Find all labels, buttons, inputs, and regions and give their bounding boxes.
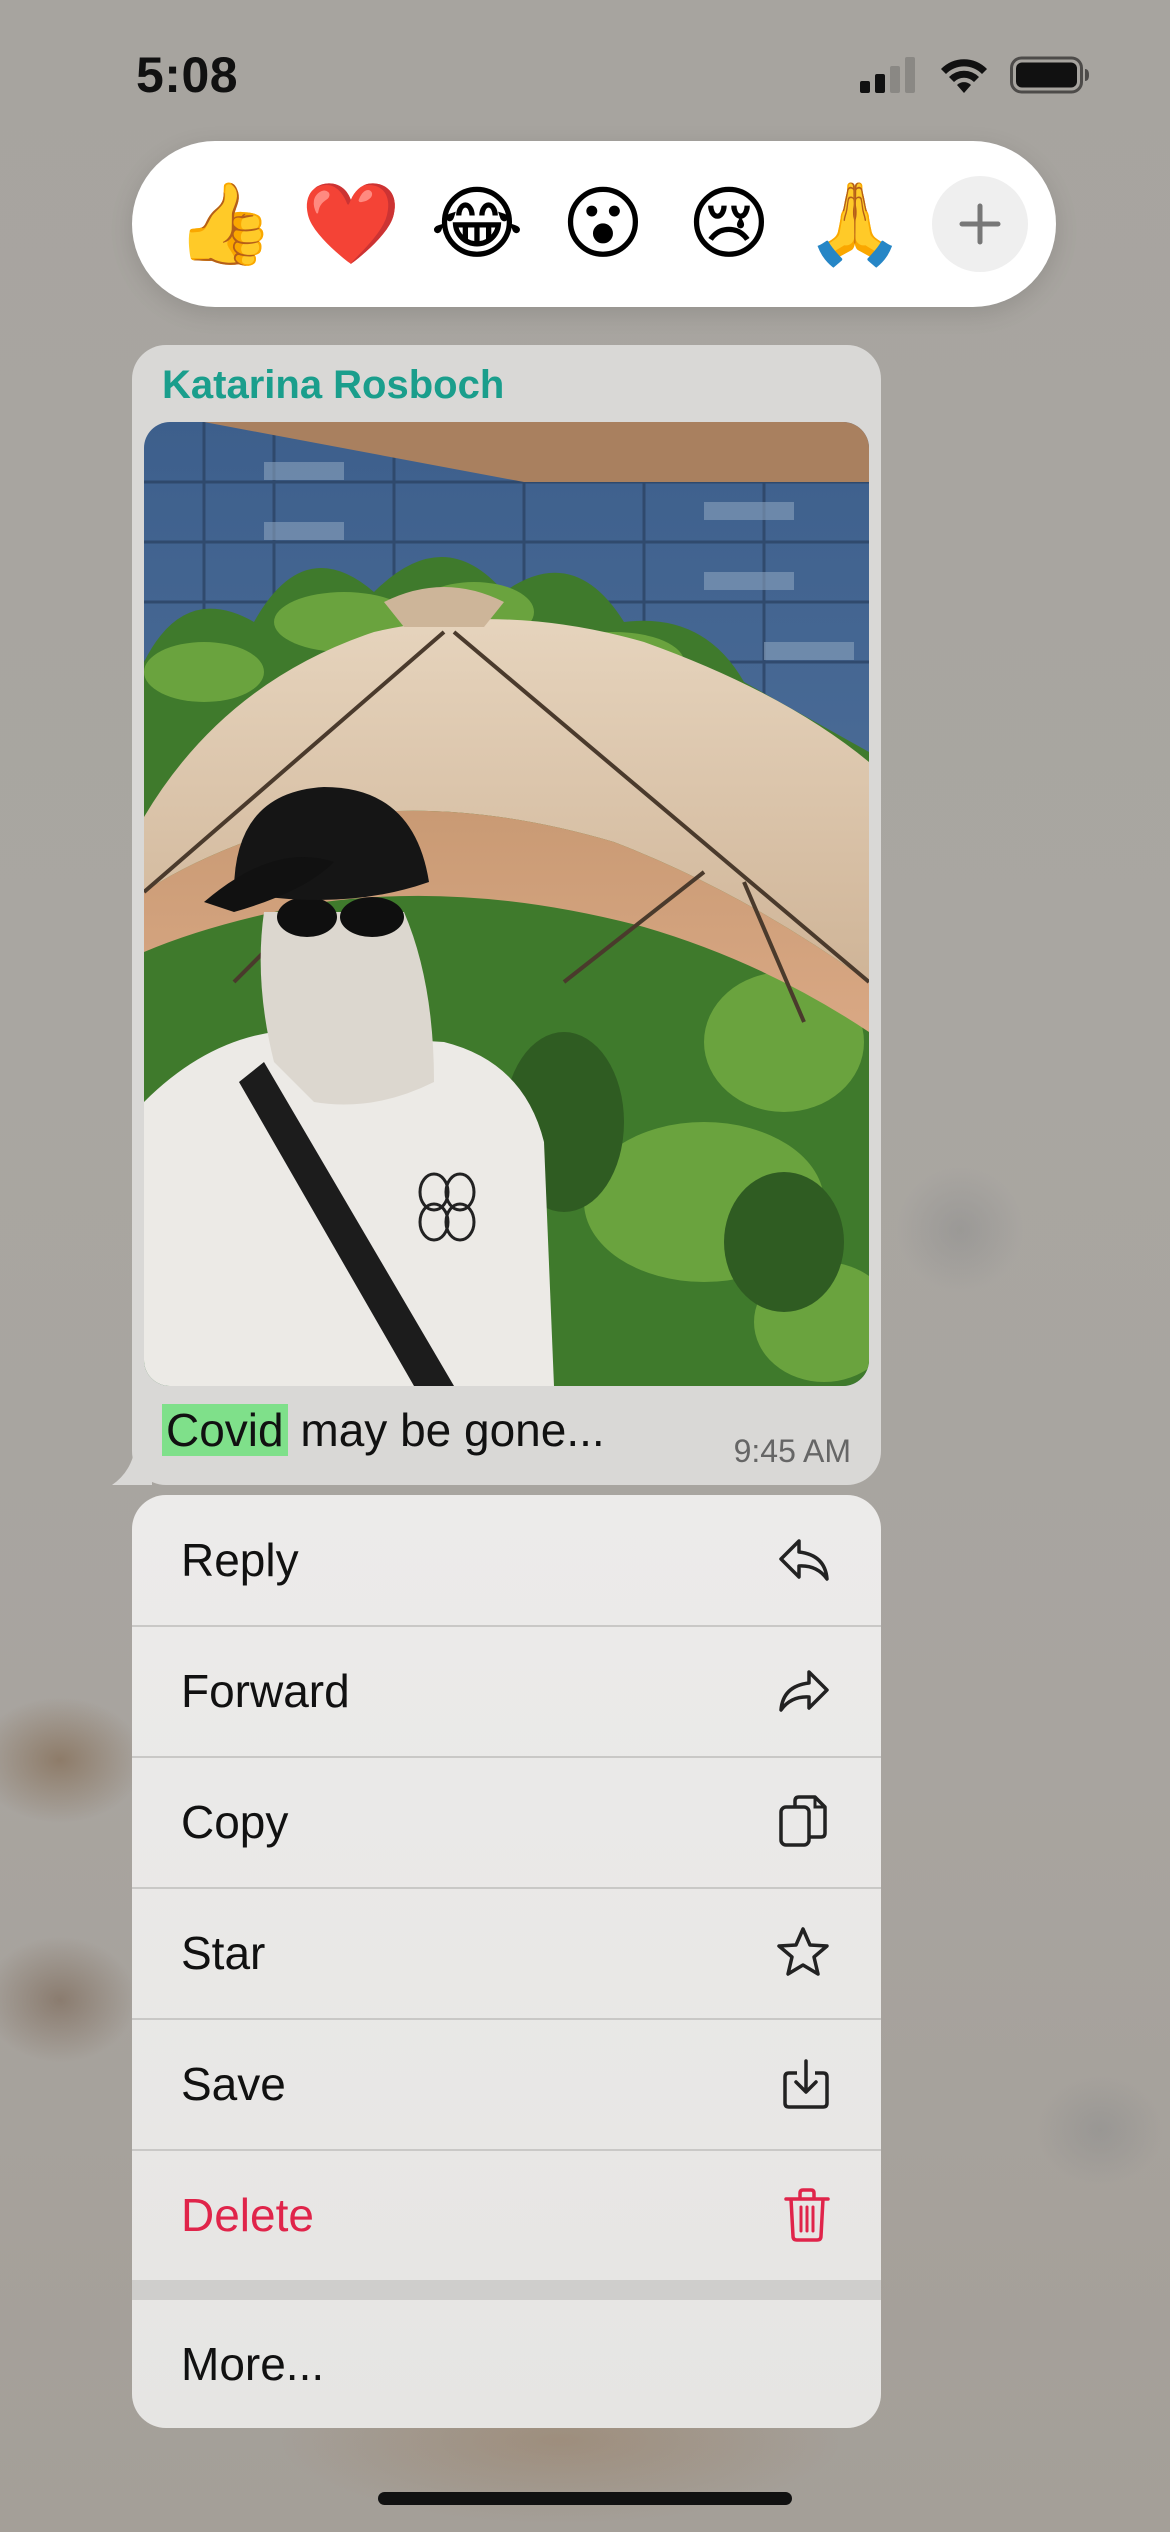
- menu-item-forward[interactable]: Forward: [132, 1626, 881, 1756]
- reaction-crying[interactable]: 😢: [666, 184, 792, 264]
- caption-highlight: Covid: [162, 1404, 288, 1456]
- battery-icon: [1010, 56, 1090, 99]
- message-caption: Covid may be gone...: [162, 1403, 605, 1457]
- caption-text: may be gone...: [287, 1404, 605, 1456]
- trash-icon: [784, 2188, 830, 2242]
- reaction-heart[interactable]: ❤️: [288, 184, 414, 264]
- menu-item-label: Delete: [181, 2189, 314, 2241]
- menu-item-copy[interactable]: Copy: [132, 1757, 881, 1887]
- menu-item-more[interactable]: More...: [132, 2300, 881, 2428]
- reaction-surprised[interactable]: 😮: [540, 184, 666, 264]
- home-indicator[interactable]: [378, 2492, 792, 2505]
- star-icon: [777, 1927, 829, 1976]
- reply-icon: [779, 1539, 829, 1581]
- copy-icon: [779, 1795, 827, 1847]
- menu-item-delete[interactable]: Delete: [132, 2150, 881, 2280]
- reaction-pray[interactable]: 🙏: [792, 184, 918, 264]
- menu-item-label: Reply: [181, 1534, 299, 1586]
- reaction-bar: 👍 ❤️ 😂 😮 😢 🙏: [132, 141, 1056, 307]
- menu-item-star[interactable]: Star: [132, 1888, 881, 2018]
- status-icons: [860, 56, 1090, 99]
- menu-item-label: Forward: [181, 1665, 350, 1717]
- message-photo[interactable]: [144, 422, 869, 1386]
- more-reactions-button[interactable]: [932, 176, 1028, 272]
- forward-icon: [779, 1670, 829, 1712]
- menu-item-label: Star: [181, 1927, 266, 1979]
- message-timestamp: 9:45 AM: [733, 1433, 851, 1469]
- status-time: 5:08: [136, 47, 239, 103]
- save-icon: [783, 2059, 829, 2109]
- plus-icon: [959, 203, 1001, 245]
- menu-item-label: More...: [181, 2338, 325, 2390]
- cellular-signal-icon: [860, 57, 918, 98]
- menu-item-reply[interactable]: Reply: [132, 1495, 881, 1625]
- menu-item-label: Copy: [181, 1796, 289, 1848]
- context-menu: Reply Forward Copy Star Save Delete More…: [132, 1495, 881, 2428]
- message-bubble[interactable]: Katarina Rosboch Covid may be gone... 9:…: [132, 345, 881, 1485]
- menu-item-label: Save: [181, 2058, 286, 2110]
- reaction-tears-of-joy[interactable]: 😂: [414, 184, 540, 264]
- menu-item-save[interactable]: Save: [132, 2019, 881, 2149]
- menu-section-divider: [132, 2280, 881, 2300]
- reaction-thumbs-up[interactable]: 👍: [162, 184, 288, 264]
- sender-name: Katarina Rosboch: [162, 363, 505, 407]
- wifi-icon: [938, 56, 990, 99]
